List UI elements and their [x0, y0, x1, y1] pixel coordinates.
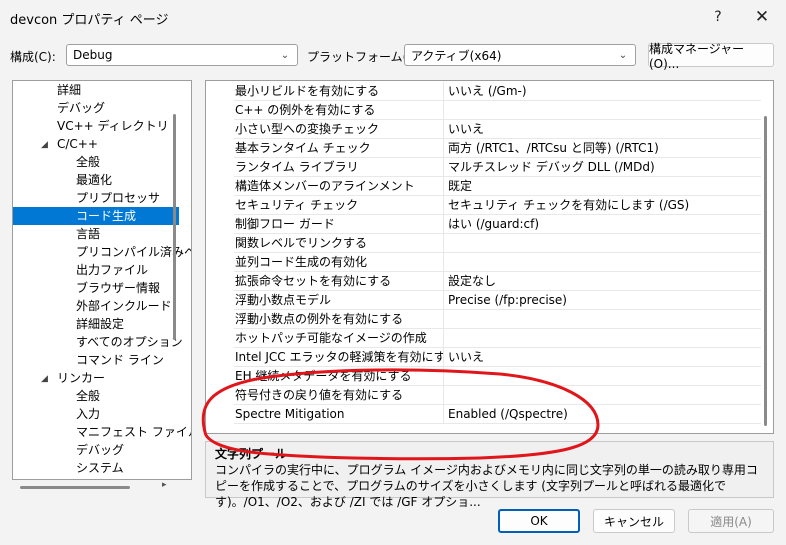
- property-value[interactable]: いいえ (/Gm-): [448, 82, 527, 100]
- config-value: Debug: [73, 48, 113, 62]
- description-text: コンパイラの実行中に、プログラム イメージ内およびメモリ内に同じ文字列の単一の読…: [215, 463, 758, 509]
- grid-vertical-scrollbar[interactable]: [764, 116, 767, 426]
- apply-button[interactable]: 適用(A): [688, 509, 774, 533]
- tree-item-advanced[interactable]: 詳細設定: [76, 315, 124, 333]
- tree-item-language[interactable]: 言語: [76, 225, 100, 243]
- property-name: 浮動小数点の例外を有効にする: [234, 310, 444, 328]
- tree-item-vc-directories[interactable]: VC++ ディレクトリ: [57, 117, 169, 135]
- close-button[interactable]: ✕: [742, 2, 782, 32]
- property-value[interactable]: Precise (/fp:precise): [448, 291, 567, 309]
- cancel-button[interactable]: キャンセル: [593, 509, 675, 533]
- property-value[interactable]: 設定なし: [448, 272, 496, 290]
- tree-item-c-cpp[interactable]: C/C++: [57, 135, 98, 153]
- description-panel: 文字列プール コンパイラの実行中に、プログラム イメージ内およびメモリ内に同じ文…: [205, 441, 774, 509]
- config-manager-button[interactable]: 構成マネージャー(O)...: [648, 42, 774, 71]
- property-value[interactable]: 既定: [448, 177, 472, 195]
- tree-item-output-files[interactable]: 出力ファイル: [76, 261, 148, 279]
- property-name: 拡張命令セットを有効にする: [234, 272, 444, 290]
- property-row[interactable]: 拡張命令セットを有効にする 設定なし: [234, 272, 761, 291]
- property-name: 関数レベルでリンクする: [234, 234, 444, 252]
- config-label: 構成(C):: [10, 50, 56, 64]
- tree-item-all-options[interactable]: すべてのオプション: [76, 333, 183, 351]
- tree-item-manifest-file[interactable]: マニフェスト ファイル: [76, 423, 191, 441]
- property-tree[interactable]: 詳細 デバッグ VC++ ディレクトリ ◢ C/C++ 全般 最適化 プリプロセ…: [12, 80, 192, 480]
- property-value[interactable]: セキュリティ チェックを有効にします (/GS): [448, 196, 689, 214]
- window-title: devcon プロパティ ページ: [10, 13, 169, 28]
- tree-item-linker-debug[interactable]: デバッグ: [76, 441, 124, 459]
- chevron-down-icon: ⌄: [618, 49, 628, 61]
- tree-item-general[interactable]: 全般: [76, 153, 100, 171]
- property-row[interactable]: 浮動小数点モデル Precise (/fp:precise): [234, 291, 761, 310]
- config-dropdown[interactable]: Debug ⌄: [66, 44, 298, 66]
- property-name: セキュリティ チェック: [234, 196, 444, 214]
- chevron-down-icon: ⌄: [280, 49, 290, 61]
- property-row[interactable]: 並列コード生成の有効化: [234, 253, 761, 272]
- property-row[interactable]: 浮動小数点の例外を有効にする: [234, 310, 761, 329]
- property-row[interactable]: セキュリティ チェック セキュリティ チェックを有効にします (/GS): [234, 196, 761, 215]
- scroll-right-icon[interactable]: ▸: [162, 480, 167, 490]
- property-row[interactable]: EH 継続メタデータを有効にする: [234, 367, 761, 386]
- description-title: 文字列プール: [215, 447, 288, 461]
- property-row[interactable]: 基本ランタイム チェック 両方 (/RTC1、/RTCsu と同等) (/RTC1…: [234, 139, 761, 158]
- property-name: Spectre Mitigation: [234, 405, 444, 423]
- expand-arrow-icon[interactable]: ◢: [41, 140, 48, 150]
- property-value[interactable]: いいえ: [448, 120, 484, 138]
- tree-vertical-scrollbar[interactable]: [173, 114, 176, 340]
- tree-item-code-generation[interactable]: コード生成: [13, 207, 179, 225]
- property-value[interactable]: いいえ: [448, 348, 484, 366]
- ok-button[interactable]: OK: [498, 509, 580, 533]
- expand-arrow-icon[interactable]: ◢: [41, 374, 48, 384]
- property-value[interactable]: はい (/guard:cf): [448, 215, 539, 233]
- property-name: 基本ランタイム チェック: [234, 139, 444, 157]
- tree-item-linker[interactable]: リンカー: [57, 369, 105, 387]
- tree-item-details[interactable]: 詳細: [57, 81, 81, 99]
- property-row[interactable]: 最小リビルドを有効にする いいえ (/Gm-): [234, 82, 761, 101]
- property-row[interactable]: 関数レベルでリンクする: [234, 234, 761, 253]
- property-row[interactable]: 符号付きの戻り値を有効にする: [234, 386, 761, 405]
- property-name: 小さい型への変換チェック: [234, 120, 444, 138]
- property-grid[interactable]: 最小リビルドを有効にする いいえ (/Gm-) C++ の例外を有効にする 小さい…: [205, 80, 774, 434]
- property-name: 並列コード生成の有効化: [234, 253, 444, 271]
- property-value[interactable]: マルチスレッド デバッグ DLL (/MDd): [448, 158, 655, 176]
- tree-item-debug[interactable]: デバッグ: [57, 99, 105, 117]
- property-row[interactable]: ホットパッチ可能なイメージの作成: [234, 329, 761, 348]
- property-row[interactable]: 構造体メンバーのアラインメント 既定: [234, 177, 761, 196]
- tree-item-optimization[interactable]: 最適化: [76, 171, 112, 189]
- property-row[interactable]: ランタイム ライブラリ マルチスレッド デバッグ DLL (/MDd): [234, 158, 761, 177]
- property-name: EH 継続メタデータを有効にする: [234, 367, 444, 385]
- property-value[interactable]: 両方 (/RTC1、/RTCsu と同等) (/RTC1): [448, 139, 659, 157]
- property-value[interactable]: Enabled (/Qspectre): [448, 405, 568, 423]
- property-row[interactable]: Intel JCC エラッタの軽減策を有効にする いいえ: [234, 348, 761, 367]
- tree-item-external-includes[interactable]: 外部インクルード: [76, 297, 172, 315]
- platform-dropdown[interactable]: アクティブ(x64) ⌄: [404, 44, 636, 66]
- property-row[interactable]: 制御フロー ガード はい (/guard:cf): [234, 215, 761, 234]
- close-icon: ✕: [754, 7, 770, 27]
- property-name: Intel JCC エラッタの軽減策を有効にする: [235, 348, 444, 366]
- property-name: ホットパッチ可能なイメージの作成: [234, 329, 444, 347]
- tree-item-linker-general[interactable]: 全般: [76, 387, 100, 405]
- property-name: 符号付きの戻り値を有効にする: [234, 386, 444, 404]
- tree-horizontal-scrollbar[interactable]: [20, 486, 130, 489]
- property-name: 最小リビルドを有効にする: [234, 82, 444, 100]
- property-row[interactable]: C++ の例外を有効にする: [234, 101, 761, 120]
- property-name: 制御フロー ガード: [234, 215, 444, 233]
- property-row[interactable]: Spectre Mitigation Enabled (/Qspectre): [234, 405, 761, 424]
- tree-item-browse-info[interactable]: ブラウザー情報: [76, 279, 160, 297]
- property-name: 浮動小数点モデル: [234, 291, 444, 309]
- tree-item-preprocessor[interactable]: プリプロセッサ: [76, 189, 160, 207]
- platform-value: アクティブ(x64): [411, 48, 502, 63]
- property-row[interactable]: 小さい型への変換チェック いいえ: [234, 120, 761, 139]
- tree-item-command-line[interactable]: コマンド ライン: [76, 351, 164, 369]
- property-name: C++ の例外を有効にする: [234, 101, 444, 119]
- tree-item-system[interactable]: システム: [76, 459, 124, 477]
- property-name: ランタイム ライブラリ: [234, 158, 444, 176]
- help-button[interactable]: ?: [698, 2, 738, 32]
- tree-item-linker-input[interactable]: 入力: [76, 405, 100, 423]
- property-name: 構造体メンバーのアラインメント: [234, 177, 444, 195]
